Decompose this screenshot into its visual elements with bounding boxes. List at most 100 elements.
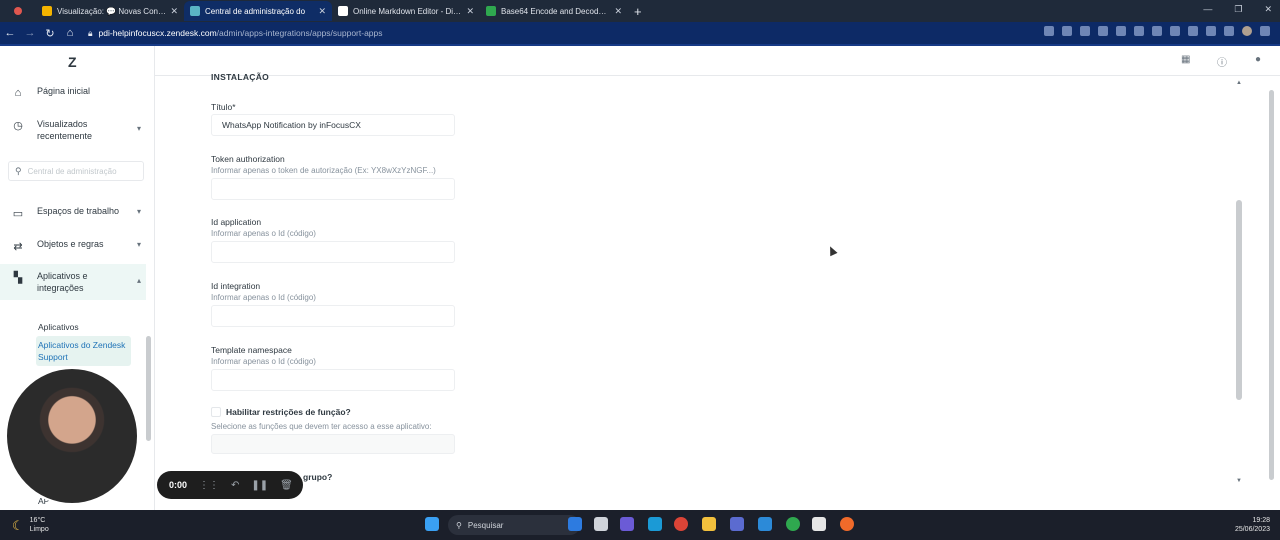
webcam-overlay [5,367,139,505]
extension-icon[interactable] [1170,26,1180,36]
field-hint: Informar apenas o token de autorização (… [211,166,436,175]
taskbar-clock[interactable]: 19:28 25/06/2023 [1235,516,1270,534]
back-icon[interactable]: ← [0,27,20,39]
profile-avatar[interactable] [1242,26,1252,36]
file-explorer-icon[interactable] [702,517,716,531]
field-label: Título* [211,102,236,112]
sidepanel-icon[interactable] [1224,26,1234,36]
recording-time: 0:00 [169,480,188,490]
home-browser-icon[interactable]: ⌂ [60,27,80,39]
taskbar-search-input[interactable]: ⚲ Pesquisar [448,515,580,535]
share-icon[interactable] [1062,26,1072,36]
sidebar-scrollbar[interactable] [146,336,151,441]
chevron-up-icon[interactable]: ▴ [137,276,141,285]
clock-icon: ◷ [13,119,23,132]
sidebar-subitem-support-apps[interactable]: Aplicativos do Zendesk Support [36,336,131,366]
menu-icon[interactable] [1206,26,1216,36]
sidebar-item-home[interactable]: ⌂ Página inicial [0,86,146,100]
user-icon[interactable]: ● [1255,54,1261,65]
field-hint: Informar apenas o Id (código) [211,357,316,366]
close-tab-icon[interactable]: ✕ [318,6,326,17]
field-label: Id application [211,217,262,227]
scroll-thumb[interactable] [1236,200,1242,400]
app-icon[interactable] [812,517,826,531]
close-tab-icon[interactable]: ✕ [614,6,622,17]
app-icon[interactable] [730,517,744,531]
close-tab-icon[interactable]: ✕ [170,6,178,17]
zendesk-logo-icon[interactable]: Z [68,54,77,70]
app-icon[interactable] [786,517,800,531]
extension-icons [1044,26,1270,36]
sidebar-item-recent[interactable]: ◷ Visualizados recentemente ▾ [0,118,146,142]
chevron-down-icon[interactable]: ▾ [137,240,141,249]
app-settings-form: INSTALAÇÃO Título* WhatsApp Notification… [211,72,461,482]
screen-recorder-controls: 0:00 ⋮⋮ ↶ ❚❚ 🗑︎ [157,471,303,499]
role-restriction-checkbox[interactable] [211,407,221,417]
page-scrollbar[interactable] [1269,80,1275,480]
close-tab-icon[interactable]: ✕ [466,6,474,17]
roles-select[interactable] [211,434,455,454]
undo-icon[interactable]: ↶ [231,480,239,491]
sidebar-item-workspaces[interactable]: ▭ Espaços de trabalho ▾ [0,206,146,220]
edge-icon[interactable] [648,517,662,531]
scroll-thumb[interactable] [1269,90,1274,480]
window-controls: — ❐ ✕ [1203,4,1272,15]
search-icon: ⚲ [456,520,462,530]
app-icon[interactable] [840,517,854,531]
sidebar-item-apps-integrations[interactable]: ▚ Aplicativos e integrações ▴ [0,264,146,300]
more-icon[interactable] [1260,26,1270,36]
moon-icon: ☾ [12,517,24,533]
extension-icon[interactable] [1116,26,1126,36]
id-application-input[interactable] [211,241,455,263]
sidebar-item-objects-rules[interactable]: ⇄ Objetos e regras ▾ [0,239,146,253]
scroll-up-icon[interactable]: ▲ [1235,80,1243,86]
field-hint: Informar apenas o Id (código) [211,293,316,302]
new-tab-icon[interactable]: + [634,4,642,19]
apps-grid-icon[interactable]: ▦ [1181,54,1190,65]
extension-icon[interactable] [1098,26,1108,36]
forward-icon[interactable]: → [20,27,40,39]
url-field[interactable]: 🔒︎ pdi-helpinfocuscx.zendesk.com/admin/a… [88,28,383,39]
main-scrollbar[interactable]: ▲ ▼ [1235,80,1243,485]
tab-favicon-icon [42,6,52,16]
teams-icon[interactable] [620,517,634,531]
trash-icon[interactable]: 🗑︎ [280,480,293,491]
template-namespace-input[interactable] [211,369,455,391]
task-view-icon[interactable] [594,517,608,531]
token-authorization-input[interactable] [211,178,455,200]
id-integration-input[interactable] [211,305,455,327]
role-restriction-label: Habilitar restrições de função? [226,407,351,417]
pause-icon[interactable]: ❚❚ [251,480,268,491]
extension-icon[interactable] [1044,26,1054,36]
chevron-down-icon[interactable]: ▾ [137,207,141,216]
star-icon[interactable] [1080,26,1090,36]
maximize-icon[interactable]: ❐ [1234,4,1242,15]
help-icon[interactable]: ⓘ [1217,54,1227,69]
title-input[interactable]: WhatsApp Notification by inFocusCX [211,114,455,136]
browser-tab[interactable]: Visualização: 💬 Novas Conversa ✕ [36,1,184,21]
browser-tab[interactable]: Online Markdown Editor - Dilling ✕ [332,1,480,21]
browser-tab-active[interactable]: Central de administração do ✕ [184,1,332,21]
extension-icon[interactable] [1152,26,1162,36]
field-label: Token authorization [211,154,285,164]
weather-widget[interactable]: ☾ 16°C Limpo [12,516,49,534]
puzzle-icon[interactable] [1188,26,1198,36]
minimize-icon[interactable]: — [1203,4,1212,15]
bing-icon[interactable] [568,517,582,531]
windows-taskbar: ☾ 16°C Limpo ⚲ Pesquisar 19:28 25/06/202… [0,510,1280,540]
reload-icon[interactable]: ↻ [40,27,60,40]
grid-icon[interactable]: ⋮⋮ [199,480,219,491]
chevron-down-icon[interactable]: ▾ [137,124,141,133]
scroll-down-icon[interactable]: ▼ [1235,478,1243,484]
close-window-icon[interactable]: ✕ [1264,4,1272,15]
sidebar-search-input[interactable]: ⚲ Central de administração [8,161,144,181]
windows-start-icon[interactable] [425,517,439,531]
browser-tab[interactable]: Base64 Encode and Decode - On ✕ [480,1,628,21]
role-hint: Selecione as funções que devem ter acess… [211,422,432,431]
tab-group-icon[interactable] [0,7,36,15]
extension-icon[interactable] [1134,26,1144,36]
chrome-icon[interactable] [674,517,688,531]
field-label: Id integration [211,281,261,291]
sidebar-subitem-apps[interactable]: Aplicativos [38,322,79,332]
mail-icon[interactable] [758,517,772,531]
